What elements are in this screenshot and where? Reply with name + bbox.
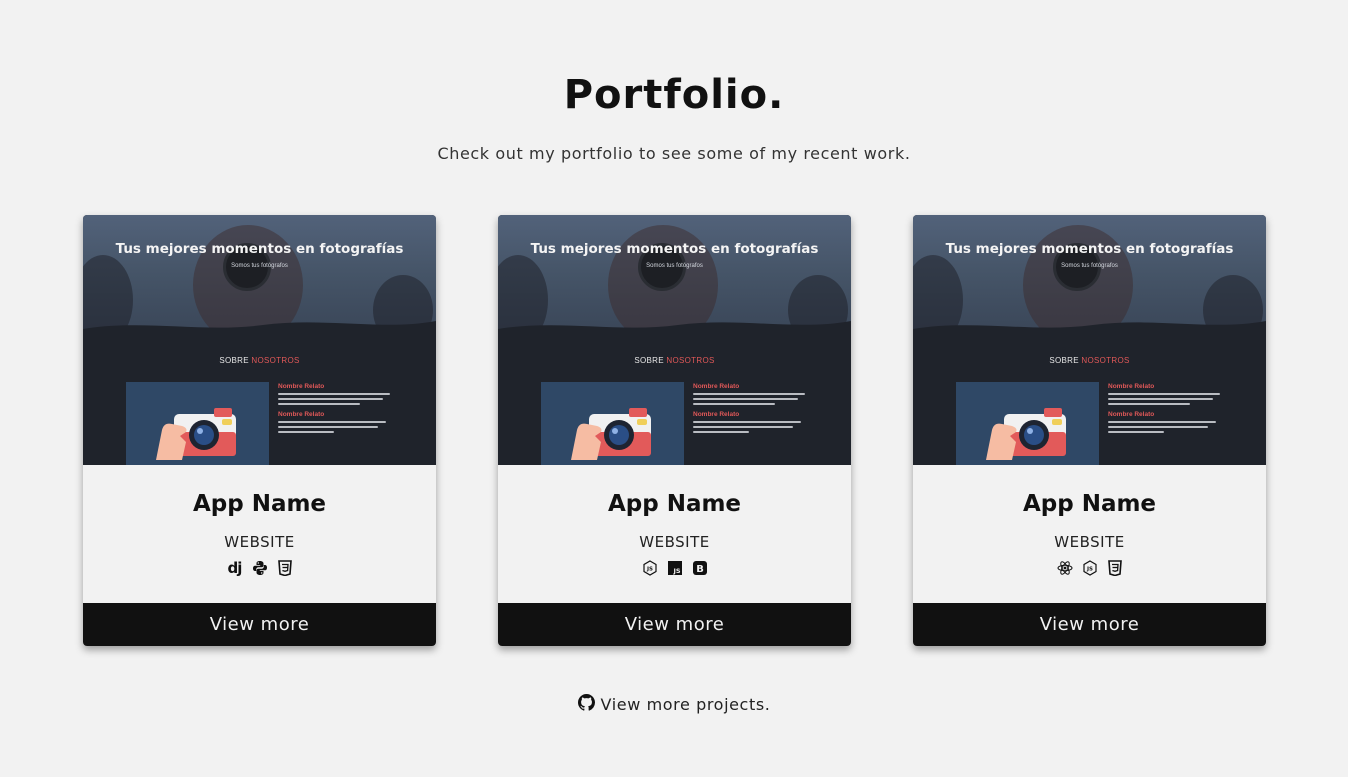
camera-illustration-icon [156,408,236,460]
thumbnail-hero-title: Tus mejores momentos en fotografías [945,241,1234,257]
project-thumbnail[interactable]: Tus mejores momentos en fotografías Somo… [83,215,436,465]
camera-illustration-icon [571,408,651,460]
css3-icon [1107,560,1123,576]
python-icon [252,560,268,576]
thumbnail-hero-title: Tus mejores momentos en fotografías [530,241,819,257]
project-thumbnail[interactable]: Tus mejores momentos en fotografías Somo… [913,215,1266,465]
thumbnail-about-heading: SOBRE NOSOTROS [1049,356,1130,365]
page-title: Portfolio. [563,72,785,118]
app-name: App Name [1022,491,1157,517]
thumbnail-hero-subtitle: Somos tus fotógrafos [646,263,703,269]
card-body: App Name WEBSITE JS JS B [498,465,851,603]
tech-stack: dj [83,559,436,577]
thumbnail-text-block: Nombre Relato Nombre Relato [693,383,813,436]
thumbnail-hero-subtitle: Somos tus fotógrafos [1061,263,1118,269]
thumbnail-about-heading: SOBRE NOSOTROS [219,356,300,365]
app-type: WEBSITE [224,533,295,551]
view-more-button[interactable]: View more [498,603,851,646]
card-body: App Name WEBSITE dj [83,465,436,603]
tech-stack: JS JS B [498,560,851,576]
thumbnail-hero-title: Tus mejores momentos en fotografías [115,241,404,257]
thumbnail-illustration [541,382,684,465]
django-icon: dj [227,559,243,577]
svg-text:B: B [696,564,704,575]
thumbnail-illustration [956,382,1099,465]
camera-illustration-icon [986,408,1066,460]
app-name: App Name [607,491,742,517]
thumbnail-wave [83,321,436,345]
bootstrap-icon: B [692,560,708,576]
app-type: WEBSITE [1054,533,1125,551]
thumbnail-hero-subtitle: Somos tus fotógrafos [231,263,288,269]
react-icon [1057,560,1073,576]
project-card: Tus mejores momentos en fotografías Somo… [498,215,851,646]
thumbnail-text-block: Nombre Relato Nombre Relato [1108,383,1228,436]
view-more-button[interactable]: View more [913,603,1266,646]
view-more-button[interactable]: View more [83,603,436,646]
project-card: Tus mejores momentos en fotografías Somo… [83,215,436,646]
javascript-icon: JS [667,560,683,576]
svg-text:JS: JS [1085,567,1092,573]
project-card: Tus mejores momentos en fotografías Somo… [913,215,1266,646]
thumbnail-illustration [126,382,269,465]
page-subtitle: Check out my portfolio to see some of my… [437,144,911,163]
thumbnail-text-block: Nombre Relato Nombre Relato [278,383,398,436]
thumbnail-wave [913,321,1266,345]
app-name: App Name [192,491,327,517]
github-icon [577,694,595,715]
css3-icon [277,560,293,576]
thumbnail-wave [498,321,851,345]
app-type: WEBSITE [639,533,710,551]
nodejs-icon: JS [642,560,658,576]
view-more-projects-label: View more projects. [600,695,771,714]
card-body: App Name WEBSITE JS [913,465,1266,603]
portfolio-section: Portfolio. Check out my portfolio to see… [0,0,1348,777]
svg-text:JS: JS [672,567,680,575]
project-thumbnail[interactable]: Tus mejores momentos en fotografías Somo… [498,215,851,465]
view-more-projects-link[interactable]: View more projects. [0,694,1348,715]
nodejs-icon: JS [1082,560,1098,576]
svg-text:JS: JS [645,567,652,573]
thumbnail-about-heading: SOBRE NOSOTROS [634,356,715,365]
tech-stack: JS [913,560,1266,576]
